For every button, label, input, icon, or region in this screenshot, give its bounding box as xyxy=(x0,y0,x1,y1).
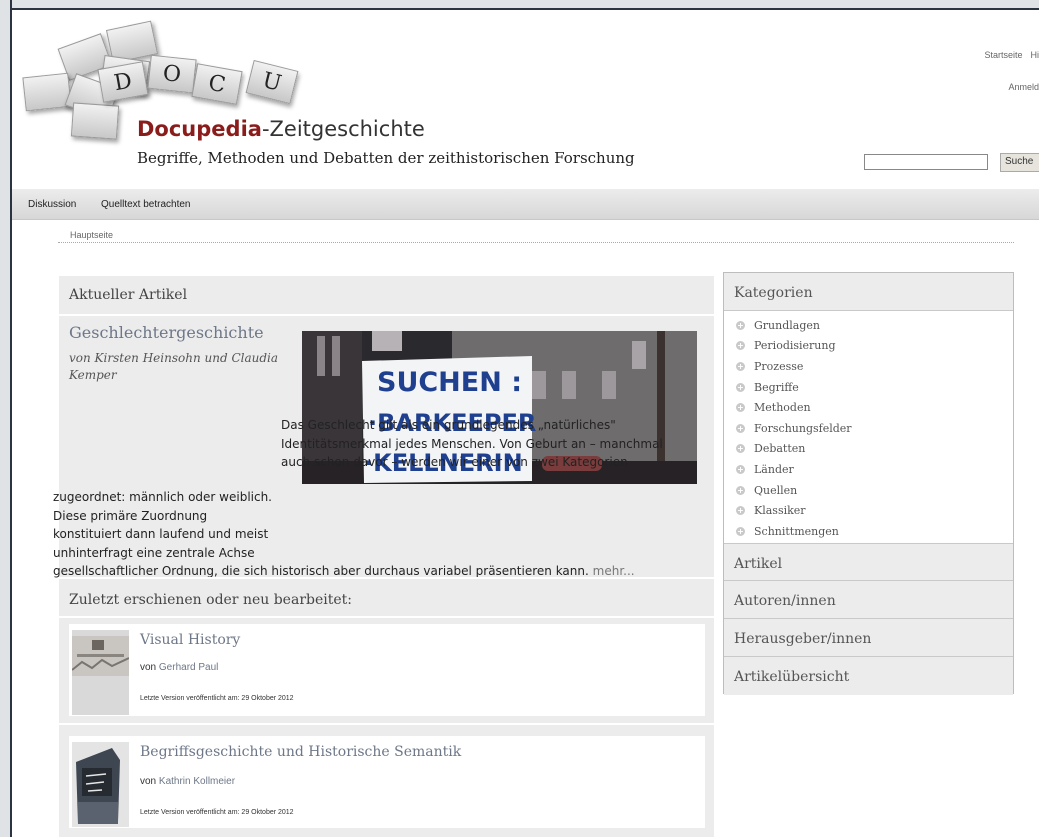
search-input[interactable] xyxy=(864,154,988,170)
category-item[interactable]: + Klassiker xyxy=(736,500,852,521)
logo-tile-blank xyxy=(70,102,120,140)
site-tagline: Begriffe, Methoden und Debatten der zeit… xyxy=(137,149,635,167)
category-item[interactable]: + Begriffe xyxy=(736,377,852,398)
divider xyxy=(59,314,714,316)
plus-circle-icon: + xyxy=(736,403,745,413)
plus-circle-icon: + xyxy=(736,382,745,392)
sidebar: Kategorien + Grundlagen + Periodisierung +… xyxy=(723,272,1014,695)
category-label: Periodisierung xyxy=(754,339,836,353)
category-label: Methoden xyxy=(754,401,811,415)
help-link[interactable]: Hi xyxy=(1031,50,1039,60)
recent-article-date: Letzte Version veröffentlicht am: 29 Okt… xyxy=(140,695,294,702)
author-prefix: von xyxy=(140,662,157,673)
tab-diskussion[interactable]: Diskussion xyxy=(28,199,76,210)
sidebar-section-artikel[interactable]: Artikel xyxy=(724,543,1013,581)
divider xyxy=(59,723,714,725)
category-label: Schnittmengen xyxy=(754,524,839,538)
startseite-link[interactable]: Startseite xyxy=(984,50,1022,60)
category-label: Begriffe xyxy=(754,380,799,394)
category-label: Debatten xyxy=(754,442,806,456)
divider xyxy=(59,616,714,618)
author-link[interactable]: Kathrin Kollmeier xyxy=(159,776,235,787)
logo-tile-blank xyxy=(22,72,72,112)
thumbnail-image xyxy=(71,630,130,715)
category-item[interactable]: + Grundlagen xyxy=(736,315,852,336)
current-article-teaser: Das Geschlecht gilt als ein grundlegende… xyxy=(53,416,665,581)
recent-article-title[interactable]: Begriffsgeschichte und Historische Seman… xyxy=(140,744,461,760)
author-prefix: von xyxy=(140,776,157,787)
plus-circle-icon: + xyxy=(736,320,745,330)
category-label: Prozesse xyxy=(754,359,804,373)
category-item[interactable]: + Prozesse xyxy=(736,356,852,377)
sidebar-categories-heading[interactable]: Kategorien xyxy=(724,273,1013,311)
plus-circle-icon: + xyxy=(736,361,745,371)
category-item[interactable]: + Forschungsfelder xyxy=(736,418,852,439)
author-link[interactable]: Gerhard Paul xyxy=(159,662,218,673)
breadcrumb[interactable]: Hauptseite xyxy=(70,230,113,240)
category-label: Klassiker xyxy=(754,504,806,518)
category-label: Grundlagen xyxy=(754,318,820,332)
logo-tile-o: O xyxy=(147,54,197,94)
sidebar-section-autoren[interactable]: Autoren/innen xyxy=(724,581,1013,619)
article-thumbnail[interactable] xyxy=(71,630,130,715)
category-item[interactable]: + Schnittmengen xyxy=(736,521,852,542)
window-border xyxy=(10,8,1039,10)
recent-article-card[interactable]: Visual History von Gerhard Paul Letzte V… xyxy=(69,624,705,716)
float-spacer xyxy=(273,488,665,560)
article-thumbnail[interactable] xyxy=(72,742,129,827)
logo-tile-u: U xyxy=(245,59,299,105)
category-item[interactable]: + Periodisierung xyxy=(736,336,852,357)
site-title-bold: Docupedia xyxy=(137,117,262,141)
browser-frame: D O C U Docupedia-Zeitgeschichte Begriff… xyxy=(0,0,1039,837)
float-spacer xyxy=(53,416,281,488)
category-item[interactable]: + Debatten xyxy=(736,439,852,460)
search-button[interactable]: Suche xyxy=(1000,153,1039,172)
plus-circle-icon: + xyxy=(736,423,745,433)
main-content: Aktueller Artikel Geschlechtergeschichte… xyxy=(53,276,714,837)
recent-heading: Zuletzt erschienen oder neu bearbeitet: xyxy=(69,592,352,608)
divider xyxy=(59,577,714,579)
thumbnail-image xyxy=(72,742,129,827)
breadcrumb-divider xyxy=(58,242,1014,244)
logo-tile-d: D xyxy=(97,61,149,103)
tab-view-source[interactable]: Quelltext betrachten xyxy=(101,199,191,210)
plus-circle-icon: + xyxy=(736,464,745,474)
recent-article-card[interactable]: Begriffsgeschichte und Historische Seman… xyxy=(69,736,705,828)
image-text-line: SUCHEN : xyxy=(377,367,522,398)
category-item[interactable]: + Quellen xyxy=(736,480,852,501)
recent-article-title[interactable]: Visual History xyxy=(140,632,240,648)
category-label: Länder xyxy=(754,462,794,476)
current-article-title[interactable]: Geschlechtergeschichte xyxy=(69,323,264,342)
plus-circle-icon: + xyxy=(736,485,745,495)
current-article-authors: von Kirsten Heinsohn und Claudia Kemper xyxy=(69,351,279,382)
site-title[interactable]: Docupedia-Zeitgeschichte xyxy=(137,117,425,141)
sidebar-section-herausgeber[interactable]: Herausgeber/innen xyxy=(724,619,1013,657)
logo-tile-c: C xyxy=(191,63,243,105)
sidebar-section-artikeluebersicht[interactable]: Artikelübersicht xyxy=(724,657,1013,695)
site-title-rest: -Zeitgeschichte xyxy=(261,117,425,141)
recent-article-date: Letzte Version veröffentlicht am: 29 Okt… xyxy=(140,809,294,816)
plus-circle-icon: + xyxy=(736,444,745,454)
plus-circle-icon: + xyxy=(736,341,745,351)
category-item[interactable]: + Länder xyxy=(736,459,852,480)
category-item[interactable]: + Methoden xyxy=(736,397,852,418)
plus-circle-icon: + xyxy=(736,506,745,516)
recent-article-author: von Kathrin Kollmeier xyxy=(140,776,235,787)
login-link[interactable]: Anmeld xyxy=(1008,82,1039,92)
category-label: Forschungsfelder xyxy=(754,421,852,435)
category-list: + Grundlagen + Periodisierung + Prozesse + B… xyxy=(736,315,852,542)
category-label: Quellen xyxy=(754,483,798,497)
window-border xyxy=(0,0,12,837)
current-article-heading: Aktueller Artikel xyxy=(69,287,188,303)
recent-article-author: von Gerhard Paul xyxy=(140,662,218,673)
top-links: Startseite Hi xyxy=(976,50,1039,60)
plus-circle-icon: + xyxy=(736,526,745,536)
action-tabs: Diskussion Quelltext betrachten xyxy=(12,189,1039,220)
more-link[interactable]: mehr... xyxy=(593,564,635,578)
